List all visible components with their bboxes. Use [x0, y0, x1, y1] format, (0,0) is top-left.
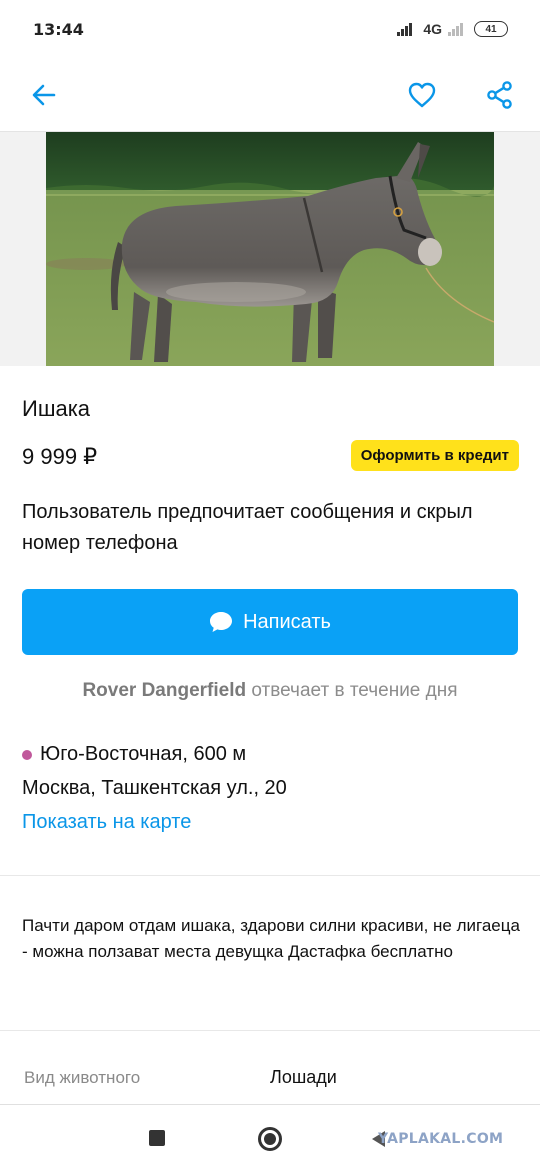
battery-level: 41: [485, 23, 497, 35]
status-time: 13:44: [33, 19, 84, 39]
seller-response-info: Rover Dangerfield отвечает в течение дня: [0, 680, 540, 702]
photo-gallery[interactable]: [0, 132, 540, 366]
write-button-label: Написать: [243, 610, 331, 633]
donkey-image: [46, 132, 494, 366]
show-on-map-link[interactable]: Показать на карте: [22, 811, 191, 834]
favorite-button[interactable]: [406, 79, 438, 111]
listing-price: 9 999 ₽: [22, 444, 98, 469]
home-icon: [264, 1133, 276, 1145]
listing-title: Ишака: [22, 396, 91, 421]
app-bar: [0, 58, 540, 132]
metro-line-icon: [22, 749, 32, 760]
write-message-button[interactable]: Написать: [22, 589, 518, 655]
signal-secondary-icon: [448, 23, 463, 36]
watermark: YAPLAKAL.COM: [378, 1131, 504, 1147]
share-button[interactable]: [484, 79, 516, 111]
contact-preference-text: Пользователь предпочитает сообщения и ск…: [22, 501, 473, 554]
chat-bubble-icon: [210, 612, 233, 632]
credit-button[interactable]: Оформить в кредит: [350, 440, 519, 471]
status-indicators: 4G 41: [397, 21, 508, 37]
metro-station-text: Юго-Восточная, 600 м: [40, 743, 247, 765]
share-icon: [487, 80, 512, 109]
back-button[interactable]: [28, 79, 60, 111]
address: Москва, Ташкентская ул., 20: [22, 777, 287, 799]
home-button[interactable]: [258, 1127, 282, 1151]
battery-icon: 41: [474, 21, 508, 37]
listing-description: Пачти даром отдам ишака, здарови силни к…: [22, 916, 520, 961]
metro-station: Юго-Восточная, 600 м: [22, 743, 246, 766]
heart-icon: [408, 82, 436, 107]
donkey-photo[interactable]: [46, 132, 494, 366]
arrow-left-icon: [32, 84, 56, 105]
network-type: 4G: [423, 21, 442, 37]
seller-name[interactable]: Rover Dangerfield: [82, 680, 246, 701]
app-bar-actions: [406, 79, 516, 111]
divider: [0, 1030, 540, 1031]
param-label: Вид животного: [24, 1068, 141, 1087]
status-bar: 13:44 4G 41: [0, 0, 540, 58]
system-nav-bar: YAPLAKAL.COM: [0, 1104, 540, 1170]
param-value: Лошади: [270, 1067, 337, 1087]
recent-apps-button[interactable]: [149, 1130, 165, 1146]
divider: [0, 875, 540, 876]
signal-icon: [397, 23, 413, 36]
response-time: отвечает в течение дня: [251, 680, 458, 701]
